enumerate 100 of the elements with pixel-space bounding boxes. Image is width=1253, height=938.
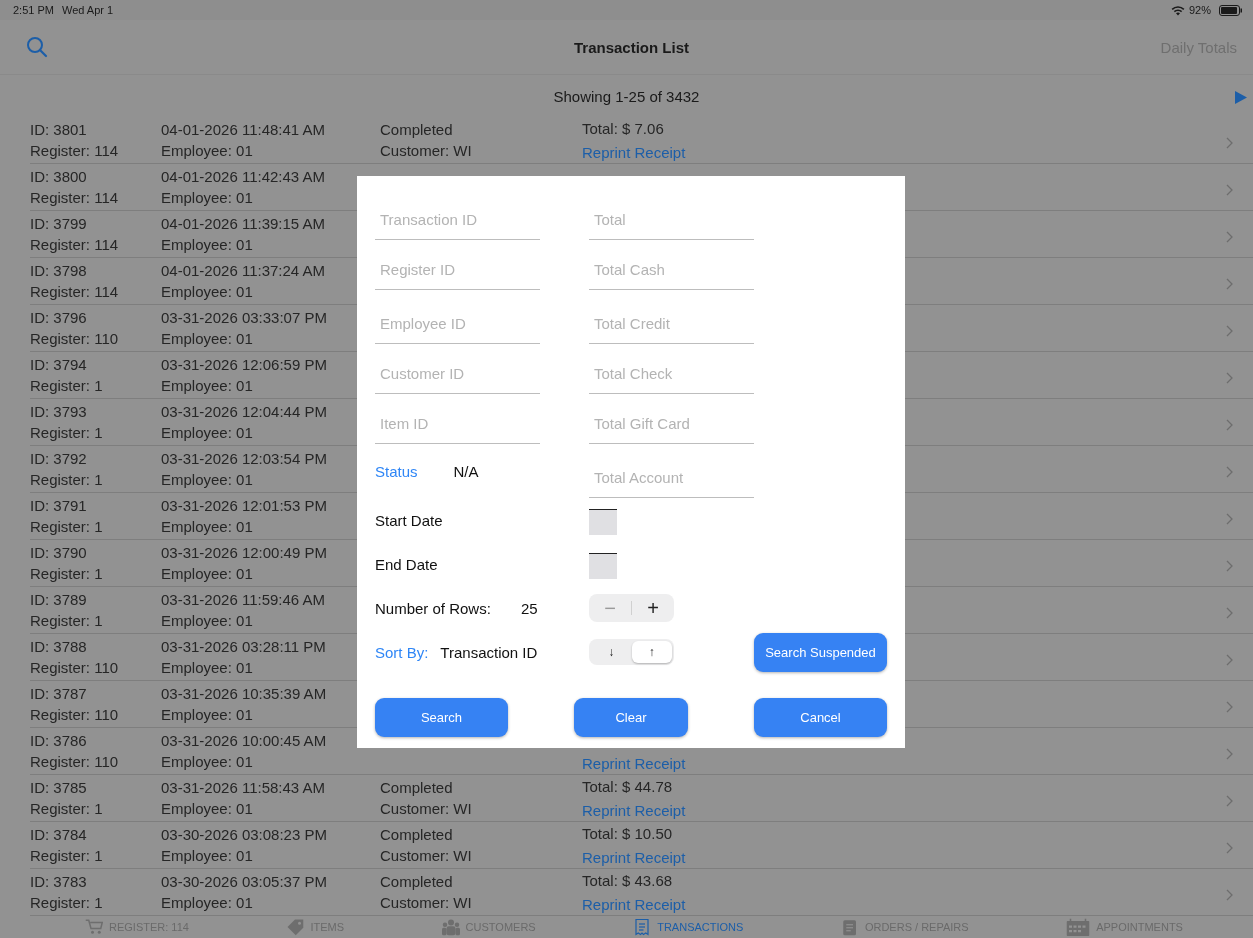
status-date: Wed Apr 1 bbox=[61, 4, 114, 16]
input-field[interactable]: Total Check bbox=[589, 357, 754, 394]
reprint-receipt-link[interactable]: Reprint Receipt bbox=[582, 799, 686, 821]
chevron-icon bbox=[1226, 325, 1233, 337]
transaction-id: ID: 3799 bbox=[30, 214, 87, 234]
input-field[interactable]: Register ID bbox=[375, 253, 540, 290]
transaction-datetime: 03-31-2026 12:00:49 PM bbox=[161, 543, 327, 563]
start-date-label: Start Date bbox=[375, 511, 443, 529]
customer-name: Customer: WI bbox=[380, 846, 472, 866]
play-icon bbox=[1235, 91, 1247, 104]
sort-order-control[interactable]: ↓ ↑ bbox=[589, 639, 674, 665]
rows-value: 25 bbox=[520, 599, 538, 617]
transaction-status: Completed bbox=[380, 825, 453, 845]
transaction-id: ID: 3790 bbox=[30, 543, 87, 563]
employee-number: Employee: 01 bbox=[161, 470, 253, 490]
employee-number: Employee: 01 bbox=[161, 376, 253, 396]
input-field[interactable]: Transaction ID bbox=[375, 203, 540, 240]
register-number: Register: 110 bbox=[30, 752, 119, 772]
battery-icon bbox=[1219, 4, 1243, 16]
transaction-datetime: 04-01-2026 11:37:24 AM bbox=[161, 261, 325, 281]
employee-number: Employee: 01 bbox=[161, 611, 253, 631]
reprint-receipt-link[interactable]: Reprint Receipt bbox=[582, 846, 686, 868]
transaction-total: Total: $ 10.50 bbox=[582, 823, 673, 844]
input-field[interactable]: Customer ID bbox=[375, 357, 540, 394]
status-picker-link[interactable]: Status bbox=[375, 462, 418, 480]
search-icon bbox=[26, 36, 48, 58]
chevron-icon bbox=[1226, 607, 1233, 619]
decrement-button[interactable]: − bbox=[589, 601, 632, 615]
transaction-datetime: 03-31-2026 10:00:45 AM bbox=[161, 731, 327, 751]
transaction-status: Completed bbox=[380, 778, 453, 798]
transaction-id: ID: 3794 bbox=[30, 355, 87, 375]
input-field[interactable]: Total Cash bbox=[589, 253, 754, 290]
dialog-button[interactable]: Search bbox=[375, 698, 508, 737]
chevron-icon bbox=[1226, 278, 1233, 290]
customer-name: Customer: WI bbox=[380, 799, 472, 819]
transaction-datetime: 04-01-2026 11:48:41 AM bbox=[161, 120, 325, 140]
reprint-receipt-link[interactable]: Reprint Receipt bbox=[582, 141, 686, 163]
sort-by-link[interactable]: Sort By: bbox=[375, 643, 429, 661]
register-number: Register: 114 bbox=[30, 188, 119, 208]
reprint-receipt-link[interactable]: Reprint Receipt bbox=[582, 752, 686, 774]
transaction-id: ID: 3785 bbox=[30, 778, 87, 798]
employee-number: Employee: 01 bbox=[161, 282, 253, 302]
transaction-id: ID: 3793 bbox=[30, 402, 87, 422]
receipt-icon bbox=[633, 918, 652, 936]
dialog-button[interactable]: Clear bbox=[574, 698, 688, 737]
customer-name: Customer: WI bbox=[380, 141, 472, 161]
transaction-row[interactable]: ID: 3783 Register: 1 03-30-2026 03:05:37 PM Employee: 01 Completed Customer: WI Total: $ 43.68 Reprint Receipt bbox=[30, 869, 1253, 916]
register-number: Register: 1 bbox=[30, 611, 103, 631]
input-field[interactable]: Item ID bbox=[375, 407, 540, 444]
employee-number: Employee: 01 bbox=[161, 423, 253, 443]
transaction-datetime: 03-31-2026 10:35:39 AM bbox=[161, 684, 327, 704]
transaction-id: ID: 3796 bbox=[30, 308, 87, 328]
input-field[interactable]: Employee ID bbox=[375, 307, 540, 344]
cart-icon bbox=[85, 918, 103, 936]
employee-number: Employee: 01 bbox=[161, 752, 253, 772]
transaction-id: ID: 3801 bbox=[30, 120, 87, 140]
transaction-id: ID: 3800 bbox=[30, 167, 87, 187]
tab-bar-item[interactable]: TRANSACTIONS bbox=[633, 917, 744, 937]
transaction-datetime: 04-01-2026 11:42:43 AM bbox=[161, 167, 325, 187]
input-field[interactable]: Total Credit bbox=[589, 307, 754, 344]
reprint-receipt-link[interactable]: Reprint Receipt bbox=[582, 893, 686, 915]
transaction-row[interactable]: ID: 3784 Register: 1 03-30-2026 03:08:23 PM Employee: 01 Completed Customer: WI Total: $ 10.50 Reprint Receipt bbox=[30, 822, 1253, 869]
increment-button[interactable]: + bbox=[632, 594, 674, 622]
search-suspended-button[interactable]: Search Suspended bbox=[754, 632, 887, 672]
transaction-id: ID: 3789 bbox=[30, 590, 87, 610]
employee-number: Employee: 01 bbox=[161, 517, 253, 537]
chevron-icon bbox=[1226, 795, 1233, 807]
row-count-stepper[interactable]: − + bbox=[589, 594, 674, 622]
chevron-icon bbox=[1226, 184, 1233, 196]
transaction-datetime: 03-31-2026 12:03:54 PM bbox=[161, 449, 327, 469]
employee-number: Employee: 01 bbox=[161, 235, 253, 255]
start-date-picker[interactable] bbox=[589, 509, 617, 535]
sort-value: Transaction ID bbox=[440, 643, 538, 661]
transaction-total: Total: $ 7.06 bbox=[582, 118, 664, 139]
sort-order-segment[interactable]: ↑ bbox=[631, 641, 672, 663]
transaction-id: ID: 3786 bbox=[30, 731, 87, 751]
employee-number: Employee: 01 bbox=[161, 141, 253, 161]
transaction-datetime: 03-30-2026 03:05:37 PM bbox=[161, 872, 327, 892]
register-number: Register: 110 bbox=[30, 329, 119, 349]
input-field[interactable]: Total Gift Card bbox=[589, 407, 754, 444]
transaction-datetime: 03-31-2026 12:04:44 PM bbox=[161, 402, 327, 422]
register-number: Register: 110 bbox=[30, 658, 119, 678]
input-field[interactable]: Total bbox=[589, 203, 754, 240]
employee-number: Employee: 01 bbox=[161, 705, 253, 725]
status-time: 2:51 PM bbox=[13, 4, 54, 16]
transaction-row[interactable]: ID: 3785 Register: 1 03-31-2026 11:58:43 AM Employee: 01 Completed Customer: WI Total: $ 44.78 Reprint Receipt bbox=[30, 775, 1253, 822]
input-field[interactable]: Total Account bbox=[589, 461, 754, 498]
sort-order-segment[interactable]: ↓ bbox=[591, 641, 632, 663]
chevron-icon bbox=[1226, 701, 1233, 713]
chevron-icon bbox=[1226, 419, 1233, 431]
end-date-picker[interactable] bbox=[589, 553, 617, 579]
transaction-datetime: 03-31-2026 11:58:43 AM bbox=[161, 778, 325, 798]
chevron-icon bbox=[1226, 842, 1233, 854]
employee-number: Employee: 01 bbox=[161, 658, 253, 678]
dialog-button[interactable]: Cancel bbox=[754, 698, 887, 737]
rows-label: Number of Rows: bbox=[375, 599, 491, 617]
transaction-id: ID: 3791 bbox=[30, 496, 87, 516]
chevron-icon bbox=[1226, 513, 1233, 525]
transaction-row[interactable]: ID: 3801 Register: 114 04-01-2026 11:48:41 AM Employee: 01 Completed Customer: WI Total: $ 7.06 Reprint Receipt bbox=[30, 117, 1253, 164]
transaction-id: ID: 3783 bbox=[30, 872, 87, 892]
